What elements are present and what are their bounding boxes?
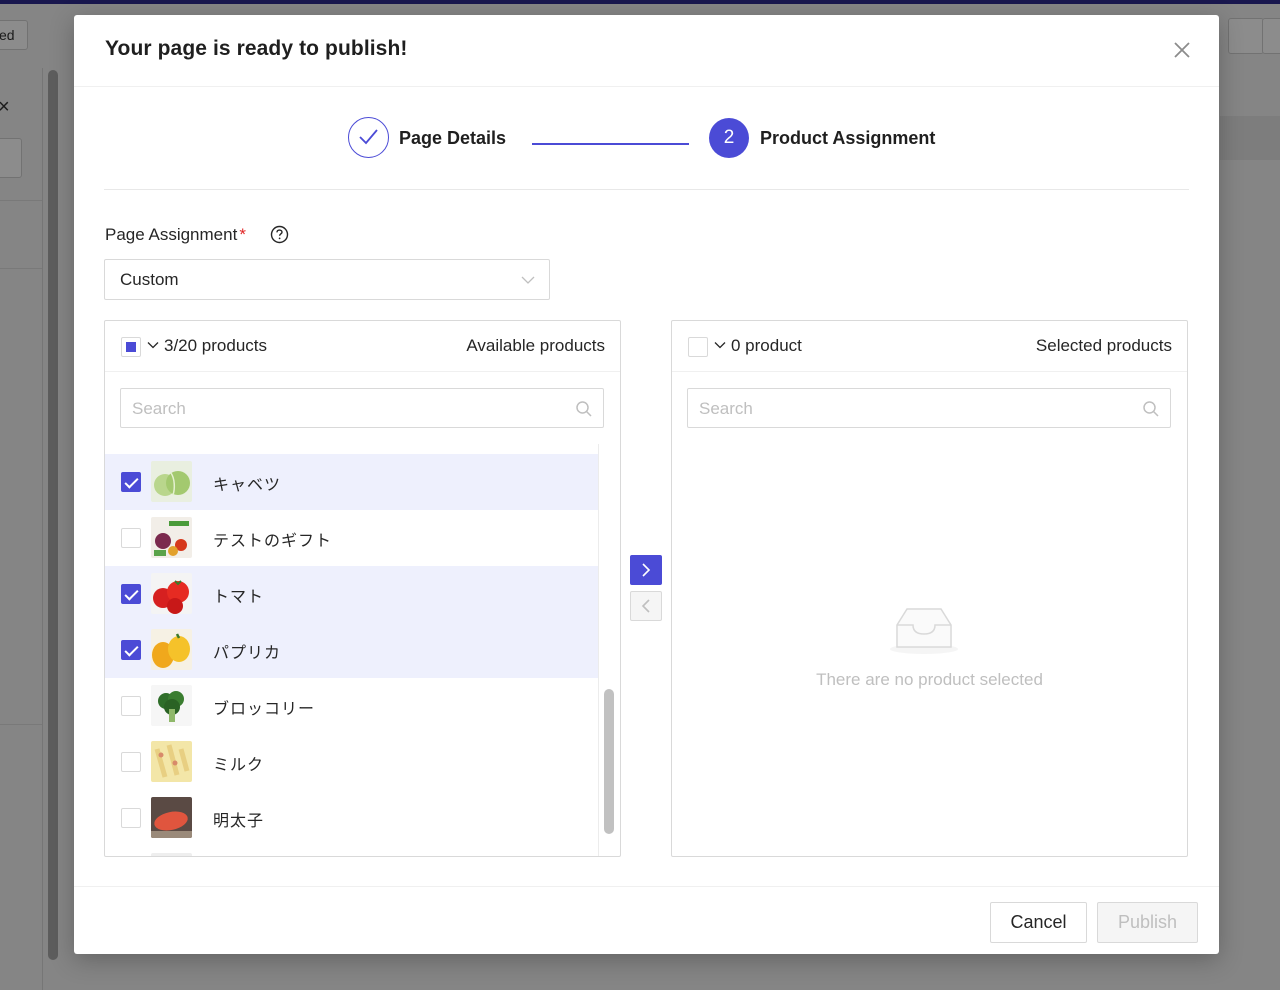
list-item[interactable]: ミルク bbox=[105, 734, 598, 790]
product-thumbnail bbox=[151, 741, 192, 782]
product-thumbnail bbox=[151, 797, 192, 838]
cancel-button[interactable]: Cancel bbox=[990, 902, 1087, 943]
product-thumbnail bbox=[151, 461, 192, 502]
empty-inbox-icon bbox=[890, 608, 958, 654]
select-all-checkbox[interactable] bbox=[121, 337, 141, 357]
item-checkbox[interactable] bbox=[121, 528, 141, 548]
step-number-indicator: 2 bbox=[709, 118, 749, 158]
item-checkbox[interactable] bbox=[121, 752, 141, 772]
available-products-panel: 3/20 products Available products Search … bbox=[104, 320, 621, 857]
product-name: ブロッコリー bbox=[213, 701, 316, 718]
step-done-indicator bbox=[348, 117, 389, 158]
available-search-input[interactable]: Search bbox=[120, 388, 604, 428]
selected-search-input[interactable]: Search bbox=[687, 388, 1171, 428]
search-placeholder: Search bbox=[699, 399, 753, 418]
product-thumbnail bbox=[151, 629, 192, 670]
move-left-button[interactable] bbox=[630, 591, 662, 621]
required-mark: * bbox=[239, 225, 246, 244]
question-circle-icon bbox=[270, 225, 289, 244]
chevron-down-icon[interactable] bbox=[714, 339, 726, 351]
product-thumbnail bbox=[151, 573, 192, 614]
product-name: キャベツ bbox=[213, 477, 282, 494]
product-name: トマト bbox=[213, 589, 265, 606]
modal-header: Your page is ready to publish! bbox=[74, 15, 1219, 87]
product-name: ミルク bbox=[213, 757, 265, 774]
close-icon bbox=[1174, 42, 1190, 58]
product-name: テストのギフト bbox=[213, 533, 333, 550]
product-thumbnail bbox=[151, 685, 192, 726]
list-scrollbar-thumb[interactable] bbox=[604, 689, 614, 834]
close-button[interactable] bbox=[1169, 37, 1195, 63]
product-name: 明太子 bbox=[213, 813, 265, 830]
modal-footer: Cancel Publish bbox=[74, 886, 1219, 954]
item-checkbox[interactable] bbox=[121, 808, 141, 828]
page-assignment-select[interactable]: Custom bbox=[104, 259, 550, 300]
product-thumbnail bbox=[151, 517, 192, 558]
list-item[interactable]: パプリカ bbox=[105, 622, 598, 678]
select-value: Custom bbox=[120, 270, 179, 289]
selected-count: 0 product bbox=[731, 336, 802, 355]
page-assignment-label: Page Assignment * bbox=[105, 225, 246, 245]
item-checkbox[interactable] bbox=[121, 640, 141, 660]
stepper: Page Details 2 Product Assignment bbox=[74, 87, 1219, 189]
modal-title: Your page is ready to publish! bbox=[105, 37, 408, 60]
item-checkbox[interactable] bbox=[121, 472, 141, 492]
selected-title: Selected products bbox=[1035, 336, 1172, 355]
move-right-button[interactable] bbox=[630, 555, 662, 585]
list-item[interactable] bbox=[105, 846, 598, 856]
available-title: Available products bbox=[466, 336, 605, 355]
chevron-down-icon bbox=[521, 276, 535, 284]
list-item[interactable]: トマト bbox=[105, 566, 598, 622]
step-label-product-assignment: Product Assignment bbox=[760, 128, 936, 148]
list-item[interactable]: キャベツ bbox=[105, 454, 598, 510]
page-assignment-label-text: Page Assignment bbox=[105, 225, 238, 244]
chevron-down-icon[interactable] bbox=[147, 339, 159, 351]
step-label-page-details: Page Details bbox=[399, 128, 507, 148]
publish-button[interactable]: Publish bbox=[1097, 902, 1198, 943]
item-checkbox[interactable] bbox=[121, 696, 141, 716]
select-all-checkbox[interactable] bbox=[688, 337, 708, 357]
search-icon bbox=[1143, 401, 1159, 417]
item-checkbox[interactable] bbox=[121, 584, 141, 604]
list-item[interactable]: テストのギフト bbox=[105, 510, 598, 566]
available-list: キャベツ テストのギフト トマト パプリカ ブロッコリー ミルク 明太子 bbox=[105, 444, 598, 856]
panel-header: 3/20 products Available products bbox=[105, 321, 620, 372]
publish-modal: Your page is ready to publish! Page Deta… bbox=[74, 15, 1219, 954]
product-name: パプリカ bbox=[213, 645, 282, 662]
selected-products-panel: 0 product Selected products Search There… bbox=[671, 320, 1188, 857]
search-icon bbox=[576, 401, 592, 417]
step-connector bbox=[532, 143, 689, 145]
check-icon bbox=[359, 129, 378, 145]
list-item[interactable]: 明太子 bbox=[105, 790, 598, 846]
empty-text: There are no product selected bbox=[816, 670, 1043, 689]
available-count: 3/20 products bbox=[164, 336, 268, 355]
search-placeholder: Search bbox=[132, 399, 186, 418]
chevron-left-icon bbox=[641, 599, 650, 613]
list-item[interactable]: ブロッコリー bbox=[105, 678, 598, 734]
divider bbox=[104, 189, 1189, 190]
help-icon[interactable] bbox=[270, 225, 289, 244]
product-thumbnail bbox=[151, 853, 192, 856]
list-item[interactable] bbox=[105, 444, 598, 448]
chevron-right-icon bbox=[642, 563, 651, 577]
panel-header: 0 product Selected products bbox=[672, 321, 1187, 372]
